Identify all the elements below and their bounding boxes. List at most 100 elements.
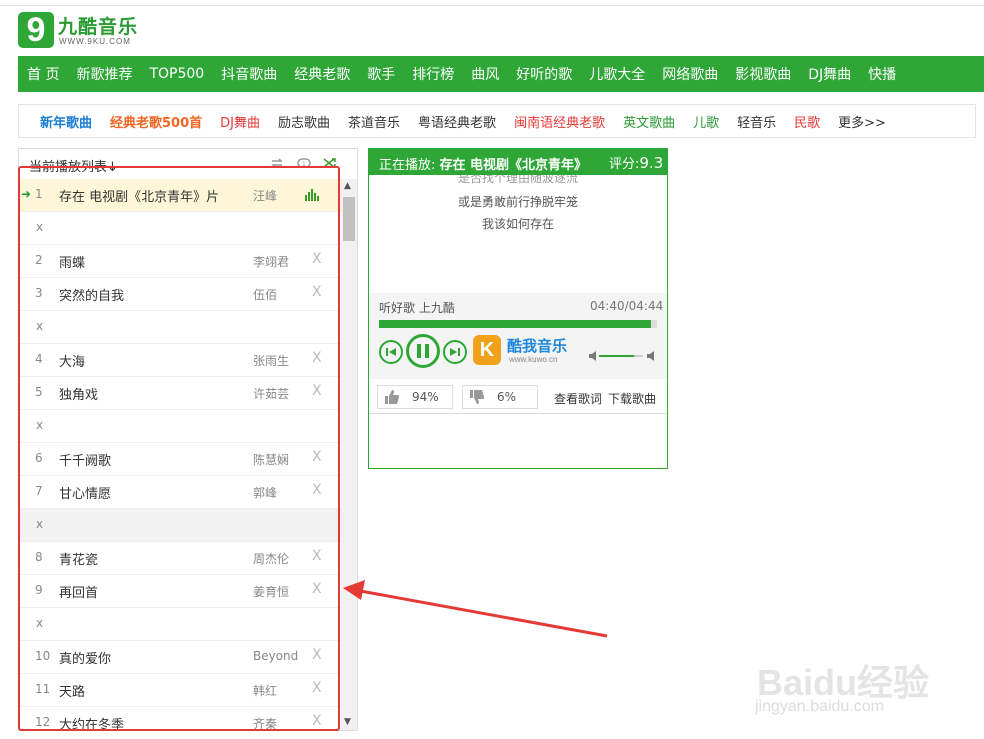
download-link[interactable]: 下载歌曲: [608, 390, 656, 407]
playlist-row[interactable]: 8 青花瓷 周杰伦 X: [19, 542, 341, 575]
remove-song-icon[interactable]: X: [312, 647, 322, 663]
playlist-separator[interactable]: x: [19, 608, 341, 641]
subnav-item[interactable]: 儿歌: [693, 112, 719, 131]
song-artist[interactable]: 韩红: [253, 682, 277, 699]
nav-item[interactable]: 好听的歌: [507, 64, 580, 84]
playlist-row[interactable]: 2 雨蝶 李翊君 X: [19, 245, 341, 278]
song-title[interactable]: 独角戏: [59, 384, 98, 403]
nav-item[interactable]: 影视歌曲: [726, 64, 799, 84]
kuwo-logo[interactable]: K 酷我音乐 www.kuwo.cn: [473, 335, 583, 369]
separator-close-icon[interactable]: x: [36, 616, 43, 630]
song-artist[interactable]: 姜育恒: [253, 583, 289, 600]
nav-item[interactable]: 排行榜: [403, 64, 462, 84]
remove-song-icon[interactable]: X: [312, 680, 322, 696]
playlist-separator[interactable]: x: [19, 311, 341, 344]
song-artist[interactable]: 张雨生: [253, 352, 289, 369]
separator-close-icon[interactable]: x: [36, 418, 43, 432]
song-artist[interactable]: 李翊君: [253, 253, 289, 270]
nav-item[interactable]: 网络歌曲: [653, 64, 726, 84]
subnav-item[interactable]: 经典老歌500首: [110, 112, 202, 131]
remove-song-icon[interactable]: X: [312, 581, 322, 597]
nav-item[interactable]: 抖音歌曲: [212, 64, 285, 84]
nav-item[interactable]: 曲风: [462, 64, 507, 84]
song-title[interactable]: 大约在冬季: [59, 714, 124, 730]
nav-item[interactable]: DJ舞曲: [799, 64, 859, 84]
subnav-item[interactable]: DJ舞曲: [220, 112, 260, 131]
remove-song-icon[interactable]: X: [312, 548, 322, 564]
playlist-row-current[interactable]: ➜ 1 存在 电视剧《北京青年》片 汪峰: [19, 179, 341, 212]
song-title[interactable]: 存在 电视剧《北京青年》片: [59, 186, 219, 205]
nav-item[interactable]: TOP500: [140, 66, 212, 82]
remove-song-icon[interactable]: X: [312, 251, 322, 267]
pause-button[interactable]: [406, 334, 440, 368]
shuffle-icon[interactable]: [322, 156, 338, 174]
playlist-separator[interactable]: x: [19, 509, 341, 542]
subnav-item[interactable]: 英文歌曲: [623, 112, 675, 131]
playlist-row[interactable]: 3 突然的自我 伍佰 X: [19, 278, 341, 311]
nav-item[interactable]: 儿歌大全: [580, 64, 653, 84]
remove-song-icon[interactable]: X: [312, 713, 322, 729]
song-title[interactable]: 天路: [59, 681, 85, 700]
song-artist[interactable]: 郭峰: [253, 484, 277, 501]
nav-item[interactable]: 快播: [859, 64, 904, 84]
like-button[interactable]: 94%: [377, 385, 453, 409]
subnav-item[interactable]: 民歌: [794, 112, 820, 131]
song-artist[interactable]: 齐秦: [253, 715, 277, 730]
playlist-row[interactable]: 6 千千阙歌 陈慧娴 X: [19, 443, 341, 476]
song-artist[interactable]: Beyond: [253, 649, 298, 663]
view-lyrics-link[interactable]: 查看歌词: [554, 390, 602, 407]
nav-item[interactable]: 经典老歌: [285, 64, 358, 84]
nav-item[interactable]: 新歌推荐: [67, 64, 140, 84]
separator-close-icon[interactable]: x: [36, 319, 43, 333]
playlist-row[interactable]: 10 真的爱你 Beyond X: [19, 641, 341, 674]
song-title[interactable]: 大海: [59, 351, 85, 370]
remove-song-icon[interactable]: X: [312, 482, 322, 498]
remove-song-icon[interactable]: X: [312, 449, 322, 465]
remove-song-icon[interactable]: X: [312, 350, 322, 366]
site-logo[interactable]: 9 九酷音乐 WWW.9KU.COM: [18, 12, 158, 52]
song-title[interactable]: 再回首: [59, 582, 98, 601]
separator-close-icon[interactable]: x: [36, 220, 43, 234]
volume-control[interactable]: [589, 350, 659, 362]
subnav-item[interactable]: 粤语经典老歌: [418, 112, 496, 131]
playlist-row[interactable]: 11 天路 韩红 X: [19, 674, 341, 707]
scroll-up-icon[interactable]: ▲: [344, 181, 351, 191]
subnav-item[interactable]: 闽南语经典老歌: [514, 112, 605, 131]
nav-item[interactable]: 首 页: [18, 64, 67, 84]
repeat-icon[interactable]: [269, 156, 285, 174]
playlist-separator[interactable]: x: [19, 212, 341, 245]
song-artist[interactable]: 汪峰: [253, 187, 277, 204]
song-artist[interactable]: 周杰伦: [253, 550, 289, 567]
dislike-button[interactable]: 6%: [462, 385, 538, 409]
playlist-row[interactable]: 7 甘心情愿 郭峰 X: [19, 476, 341, 509]
song-title[interactable]: 青花瓷: [59, 549, 98, 568]
song-title[interactable]: 甘心情愿: [59, 483, 111, 502]
song-title[interactable]: 突然的自我: [59, 285, 124, 304]
subnav-item[interactable]: 励志歌曲: [278, 112, 330, 131]
playlist-row[interactable]: 9 再回首 姜育恒 X: [19, 575, 341, 608]
song-artist[interactable]: 陈慧娴: [253, 451, 289, 468]
subnav-item[interactable]: 新年歌曲: [40, 112, 92, 131]
volume-max-icon[interactable]: [647, 351, 654, 361]
separator-close-icon[interactable]: x: [36, 517, 43, 531]
subnav-item[interactable]: 茶道音乐: [348, 112, 400, 131]
progress-bar[interactable]: [379, 320, 657, 328]
song-artist[interactable]: 伍佰: [253, 286, 277, 303]
playlist-row[interactable]: 5 独角戏 许茹芸 X: [19, 377, 341, 410]
loop-icon[interactable]: 1: [296, 156, 312, 174]
song-title[interactable]: 雨蝶: [59, 252, 85, 271]
song-title[interactable]: 真的爱你: [59, 648, 111, 667]
nav-item[interactable]: 歌手: [358, 64, 403, 84]
playlist-separator[interactable]: x: [19, 410, 341, 443]
remove-song-icon[interactable]: X: [312, 284, 322, 300]
song-artist[interactable]: 许茹芸: [253, 385, 289, 402]
scroll-down-icon[interactable]: ▼: [344, 717, 351, 727]
subnav-item[interactable]: 轻音乐: [737, 112, 776, 131]
playlist-row[interactable]: 4 大海 张雨生 X: [19, 344, 341, 377]
subnav-item[interactable]: 更多>>: [838, 112, 886, 131]
scroll-thumb[interactable]: [343, 197, 355, 241]
previous-button[interactable]: [379, 340, 403, 364]
playlist-row[interactable]: 12 大约在冬季 齐秦 X: [19, 707, 341, 730]
remove-song-icon[interactable]: X: [312, 383, 322, 399]
next-button[interactable]: [443, 340, 467, 364]
